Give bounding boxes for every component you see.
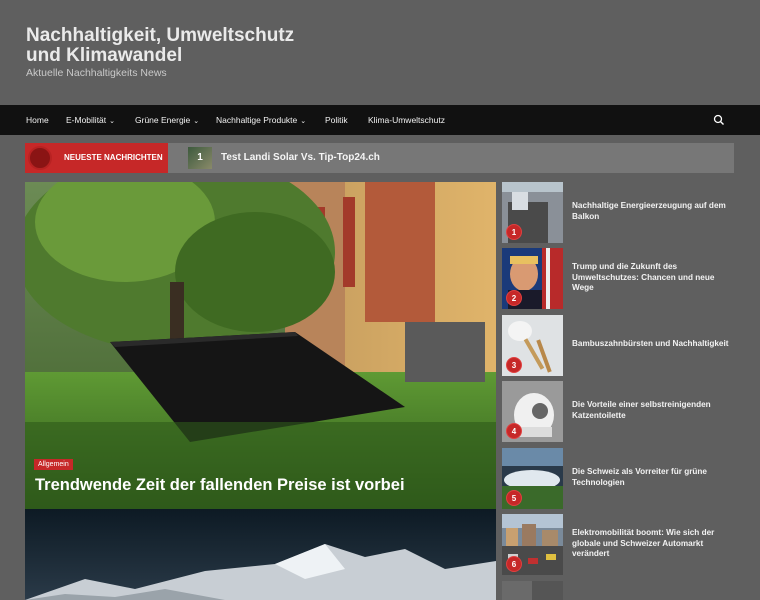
list-item[interactable]	[502, 581, 734, 600]
ticker-label-text: NEUESTE NACHRICHTEN	[64, 153, 163, 162]
secondary-article-image[interactable]	[25, 509, 496, 600]
list-item[interactable]: 6 Elektromobilität boomt: Wie sich der g…	[502, 514, 734, 576]
nav-item-label: Grüne Energie	[135, 115, 191, 125]
site-title[interactable]: Nachhaltigkeit, Umweltschutz und Klimawa…	[26, 26, 326, 66]
nav-item-politik[interactable]: Politik	[325, 105, 348, 135]
list-item-rank: 5	[506, 490, 522, 506]
chevron-down-icon: ⌄	[300, 118, 307, 125]
mountain-image	[25, 509, 496, 600]
list-item[interactable]: 1 Nachhaltige Energieerzeugung auf dem B…	[502, 182, 734, 244]
list-item-title[interactable]: Die Vorteile einer selbstreinigenden Kat…	[572, 400, 732, 421]
nav-item-home[interactable]: Home	[26, 105, 49, 135]
nav-item-gruene-energie[interactable]: Grüne Energie ⌄	[135, 105, 199, 135]
nav-item-e-mobilitaet[interactable]: E-Mobilität ⌄	[66, 105, 115, 135]
list-item-rank: 1	[506, 224, 522, 240]
nav-item-label: Politik	[325, 115, 348, 125]
list-item[interactable]: 5 Die Schweiz als Vorreiter für grüne Te…	[502, 448, 734, 510]
list-item[interactable]: 2 Trump und die Zukunft des Umweltschutz…	[502, 248, 734, 310]
list-item-rank: 2	[506, 290, 522, 306]
site-tagline: Aktuelle Nachhaltigkeits News	[26, 67, 167, 79]
ticker-label: NEUESTE NACHRICHTEN	[25, 143, 168, 173]
nav-item-klima-umweltschutz[interactable]: Klima-Umweltschutz	[368, 105, 445, 135]
search-icon[interactable]	[712, 113, 726, 127]
list-item-title[interactable]: Nachhaltige Energieerzeugung auf dem Bal…	[572, 201, 732, 222]
featured-article-image	[25, 182, 496, 509]
list-item-title[interactable]: Trump und die Zukunft des Umweltschutzes…	[572, 262, 732, 294]
list-item-title[interactable]: Bambuszahnbürsten und Nachhaltigkeit	[572, 339, 732, 350]
list-item[interactable]: 3 Bambuszahnbürsten und Nachhaltigkeit	[502, 315, 734, 377]
site-header: Nachhaltigkeit, Umweltschutz und Klimawa…	[0, 0, 760, 105]
list-item-thumbnail	[502, 581, 563, 600]
list-item-title[interactable]: Elektromobilität boomt: Wie sich der glo…	[572, 528, 732, 560]
list-item-rank: 4	[506, 423, 522, 439]
nav-item-label: E-Mobilität	[66, 115, 107, 125]
featured-article[interactable]: Allgemein Trendwende Zeit der fallenden …	[25, 182, 496, 509]
list-item[interactable]: 4 Die Vorteile einer selbstreinigenden K…	[502, 381, 734, 443]
nav-item-label: Nachhaltige Produkte	[216, 115, 298, 125]
nav-item-label: Home	[26, 115, 49, 125]
ticker-pulse-icon	[28, 146, 52, 170]
ticker-item-number: 1	[197, 152, 203, 163]
category-badge[interactable]: Allgemein	[34, 459, 73, 470]
news-ticker: NEUESTE NACHRICHTEN 1 Test Landi Solar V…	[25, 143, 734, 173]
nav-item-label: Klima-Umweltschutz	[368, 115, 445, 125]
main-navigation: Home E-Mobilität ⌄ Grüne Energie ⌄ Nachhal…	[0, 105, 760, 135]
ticker-item-title[interactable]: Test Landi Solar Vs. Tip-Top24.ch	[221, 147, 380, 169]
nav-item-nachhaltige-produkte[interactable]: Nachhaltige Produkte ⌄	[216, 105, 306, 135]
list-item-rank: 6	[506, 556, 522, 572]
list-item-rank: 3	[506, 357, 522, 373]
chevron-down-icon: ⌄	[193, 118, 200, 125]
chevron-down-icon: ⌄	[109, 118, 116, 125]
featured-article-title[interactable]: Trendwende Zeit der fallenden Preise ist…	[35, 476, 405, 495]
list-item-title[interactable]: Die Schweiz als Vorreiter für grüne Tech…	[572, 467, 732, 488]
